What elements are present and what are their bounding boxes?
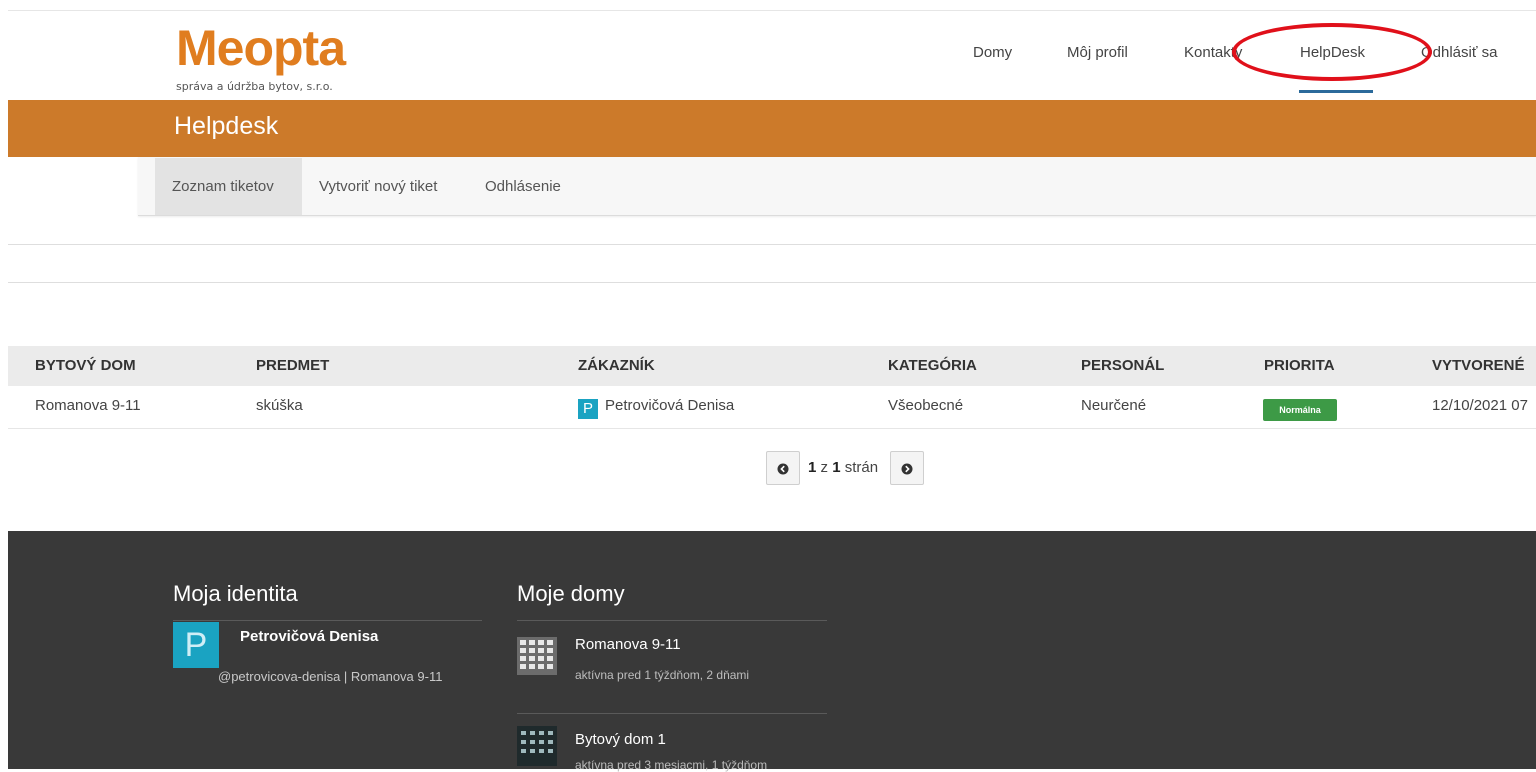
house-activity: aktívna pred 1 týždňom, 2 dňami (575, 668, 750, 682)
footer (8, 531, 1536, 769)
nav-kontakty[interactable]: Kontakty (1184, 44, 1242, 61)
cell-staff: Neurčené (1081, 397, 1147, 414)
nav-domy[interactable]: Domy (973, 44, 1012, 61)
customer-avatar: P (578, 399, 598, 419)
building-icon (517, 635, 557, 675)
footer-divider (173, 620, 482, 621)
divider (8, 282, 1536, 283)
column-header-subject[interactable]: PREDMET (256, 357, 329, 374)
prev-page-button[interactable] (766, 451, 800, 485)
column-header-staff[interactable]: PERSONÁL (1081, 357, 1164, 374)
pagination-info: 1 z 1 strán (808, 459, 879, 476)
chevron-right-icon (901, 463, 913, 475)
cell-house: Romanova 9-11 (35, 397, 141, 414)
page-title: Helpdesk (174, 112, 279, 140)
chevron-left-icon (777, 463, 789, 475)
column-header-created[interactable]: VYTVORENÉ (1432, 357, 1525, 374)
tab-new-ticket[interactable]: Vytvoriť nový tiket (319, 178, 437, 195)
top-divider (8, 10, 1536, 11)
nav-helpdesk[interactable]: HelpDesk (1300, 44, 1365, 61)
column-header-category[interactable]: KATEGÓRIA (888, 357, 977, 374)
tab-logout[interactable]: Odhlásenie (485, 178, 561, 195)
next-page-button[interactable] (890, 451, 924, 485)
column-header-customer[interactable]: ZÁKAZNÍK (578, 357, 655, 374)
divider (8, 244, 1536, 245)
logo-subtitle: správa a údržba bytov, s.r.o. (176, 80, 333, 93)
row-divider (8, 428, 1536, 429)
building-icon (517, 726, 557, 766)
house-name[interactable]: Romanova 9-11 (575, 636, 681, 653)
identity-name[interactable]: Petrovičová Denisa (240, 628, 378, 645)
tab-ticket-list[interactable]: Zoznam tiketov (172, 178, 274, 195)
nav-profil[interactable]: Môj profil (1067, 44, 1128, 61)
cell-category: Všeobecné (888, 397, 964, 414)
nav-logout[interactable]: Odhlásiť sa (1421, 44, 1498, 61)
footer-divider (517, 713, 827, 714)
logo[interactable]: Meopta (176, 20, 346, 76)
identity-handle: @petrovicova-denisa | Romanova 9-11 (218, 669, 443, 684)
footer-houses-title: Moje domy (517, 581, 625, 606)
cell-created: 12/10/2021 07 (1432, 397, 1528, 414)
column-header-priority[interactable]: PRIORITA (1264, 357, 1335, 374)
cell-subject[interactable]: skúška (256, 397, 303, 414)
footer-divider (517, 620, 827, 621)
footer-identity-title: Moja identita (173, 581, 298, 606)
priority-badge: Normálna (1263, 399, 1337, 421)
house-name[interactable]: Bytový dom 1 (575, 731, 666, 748)
nav-active-indicator (1299, 90, 1373, 93)
identity-avatar: P (173, 622, 219, 668)
house-activity: aktívna pred 3 mesiacmi, 1 týždňom (575, 758, 768, 772)
column-header-house[interactable]: BYTOVÝ DOM (35, 357, 136, 374)
cell-customer[interactable]: Petrovičová Denisa (605, 397, 734, 414)
